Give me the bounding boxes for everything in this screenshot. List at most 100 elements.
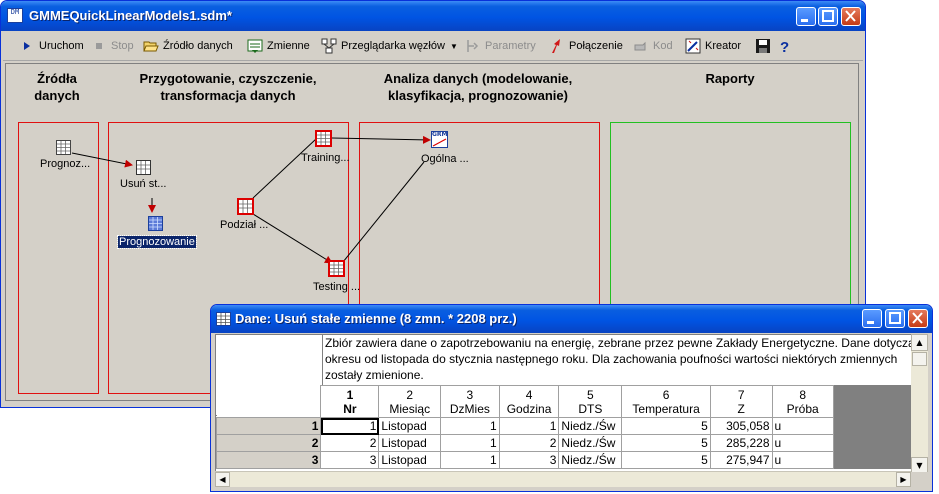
code-icon: [633, 38, 649, 54]
column-header-8[interactable]: 8 Próba: [771, 385, 834, 418]
cell[interactable]: 1: [440, 417, 500, 435]
node-ogolna-label: Ogólna ...: [421, 153, 469, 165]
data-table-icon-selected: [148, 216, 163, 231]
cell[interactable]: 1: [440, 451, 500, 469]
cell[interactable]: 285,228: [709, 434, 773, 452]
minimize-icon: [867, 321, 874, 324]
cell[interactable]: Listopad: [378, 451, 442, 469]
connection-label: Połączenie: [569, 40, 623, 52]
node-testing-label: Testing ...: [313, 281, 361, 293]
close-button[interactable]: [841, 7, 861, 26]
maximize-button[interactable]: [818, 7, 838, 26]
node-prognoz-label: Prognoz...: [40, 158, 91, 170]
cell-active[interactable]: 1: [320, 417, 380, 435]
empty-cell: [832, 417, 895, 435]
parameters-label: Parametry: [485, 40, 536, 52]
cell[interactable]: 1: [498, 417, 560, 435]
wizard-button[interactable]: Kreator: [685, 37, 741, 55]
variables-button[interactable]: Zmienne: [247, 37, 310, 55]
column-header-1[interactable]: 1 Nr: [320, 385, 380, 418]
node-browser-icon: [321, 38, 337, 54]
cell[interactable]: Niedz./Św: [558, 451, 623, 469]
save-button[interactable]: [755, 37, 775, 55]
stop-icon: [91, 38, 107, 54]
spreadsheet-grid[interactable]: Zbiór zawiera dane o zapotrzebowaniu na …: [215, 334, 915, 474]
cell[interactable]: 2: [498, 434, 560, 452]
dataset-description[interactable]: Zbiór zawiera dane o zapotrzebowaniu na …: [323, 335, 914, 384]
cell[interactable]: 3: [320, 451, 380, 469]
cell[interactable]: 1: [440, 434, 500, 452]
close-icon: [845, 10, 856, 22]
cell[interactable]: Listopad: [378, 434, 442, 452]
empty-column: [832, 385, 895, 418]
data-window-titlebar[interactable]: Dane: Usuń stałe zmienne (8 zmn. * 2208 …: [211, 305, 932, 333]
app-icon: DM: [7, 8, 23, 23]
help-button[interactable]: ?: [777, 37, 797, 56]
table-row: 2 2 Listopad 1 2 Niedz./Św 5 285,228 u: [216, 434, 914, 452]
cell[interactable]: u: [771, 451, 834, 469]
minimize-icon: [801, 19, 808, 22]
data-minimize-button[interactable]: [862, 309, 882, 328]
data-table-icon: [56, 140, 71, 155]
cell[interactable]: u: [771, 434, 834, 452]
horizontal-scrollbar[interactable]: ◀ ▶: [215, 471, 911, 487]
wizard-label: Kreator: [705, 40, 742, 52]
row-header[interactable]: 2: [216, 434, 322, 452]
code-button[interactable]: Kod: [633, 37, 673, 55]
stop-label: Stop: [111, 40, 134, 52]
empty-cell: [832, 451, 895, 469]
cell[interactable]: 5: [621, 434, 711, 452]
minimize-button[interactable]: [796, 7, 816, 26]
column-header-4[interactable]: 4 Godzina: [498, 385, 560, 418]
node-browser-label: Przeglądarka węzłów: [341, 40, 445, 52]
code-label: Kod: [653, 40, 673, 52]
stop-button[interactable]: Stop: [91, 37, 134, 55]
cell[interactable]: 275,947: [709, 451, 773, 469]
node-podzial-label: Podział ...: [220, 219, 269, 231]
data-close-button[interactable]: [908, 309, 928, 328]
cell[interactable]: Niedz./Św: [558, 417, 623, 435]
svg-text:?: ?: [780, 39, 789, 54]
close-icon: [912, 312, 923, 324]
dropdown-arrow-icon[interactable]: ▼: [450, 42, 458, 51]
parameters-button[interactable]: Parametry: [465, 37, 536, 55]
resize-grip-icon[interactable]: [911, 472, 928, 487]
spreadsheet-icon: [216, 312, 231, 326]
cell[interactable]: 305,058: [709, 417, 773, 435]
row-header[interactable]: 1: [216, 417, 322, 435]
row-header[interactable]: 3: [216, 451, 322, 469]
node-usun-label: Usuń st...: [120, 178, 167, 190]
cell[interactable]: 3: [498, 451, 560, 469]
cell[interactable]: Listopad: [378, 417, 442, 435]
maximize-icon: [889, 312, 901, 324]
data-window: Dane: Usuń stałe zmienne (8 zmn. * 2208 …: [210, 304, 933, 492]
cell[interactable]: 5: [621, 451, 711, 469]
scroll-up-icon[interactable]: ▲: [911, 334, 928, 351]
arrow-testing-to-ogolna: [342, 161, 425, 263]
column-header-7[interactable]: 7Z: [709, 385, 773, 418]
column-header-6[interactable]: 6 Temperatura: [621, 385, 711, 418]
cell[interactable]: 2: [320, 434, 380, 452]
vertical-scrollbar[interactable]: ▲ ▼: [911, 334, 928, 474]
data-maximize-button[interactable]: [885, 309, 905, 328]
main-titlebar[interactable]: DM GMMEQuickLinearModels1.sdm*: [1, 1, 865, 31]
main-window-title: GMMEQuickLinearModels1.sdm*: [29, 8, 232, 23]
run-button[interactable]: Uruchom: [19, 37, 84, 55]
connection-button[interactable]: Połączenie: [549, 37, 623, 55]
cell[interactable]: u: [771, 417, 834, 435]
arrow-connect-icon: [549, 38, 565, 54]
data-table-icon: [328, 260, 345, 277]
scroll-left-icon[interactable]: ◀: [215, 472, 230, 487]
wizard-icon: [685, 38, 701, 54]
column-header-row: 1 Nr 2 Miesiąc 3 DzMies 4 Godzina 5 DTS 6 Temp…: [216, 385, 914, 418]
scroll-thumb[interactable]: [912, 352, 927, 366]
scroll-right-icon[interactable]: ▶: [896, 472, 911, 487]
column-header-2[interactable]: 2 Miesiąc: [378, 385, 442, 418]
play-icon: [19, 38, 35, 54]
column-header-5[interactable]: 5 DTS: [558, 385, 623, 418]
column-header-3[interactable]: 3 DzMies: [440, 385, 500, 418]
data-source-button[interactable]: Źródło danych: [143, 37, 233, 55]
node-browser-button[interactable]: Przeglądarka węzłów ▼: [321, 37, 458, 55]
cell[interactable]: Niedz./Św: [558, 434, 623, 452]
cell[interactable]: 5: [621, 417, 711, 435]
